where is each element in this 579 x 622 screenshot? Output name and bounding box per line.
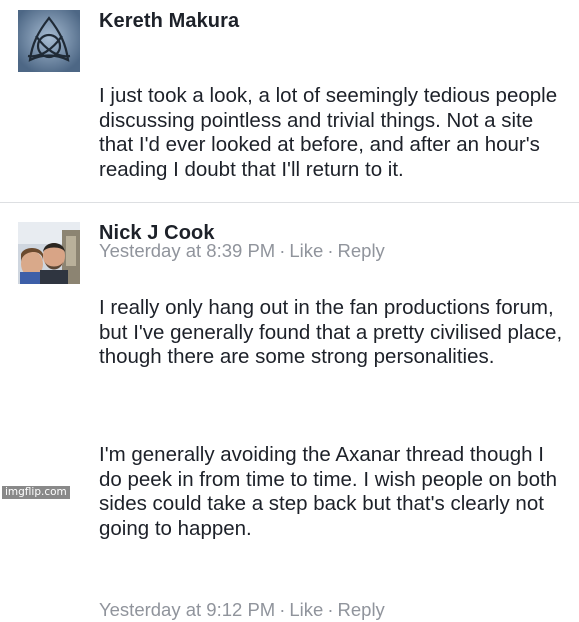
avatar-kereth-makura[interactable] <box>18 10 80 72</box>
reply-link[interactable]: Reply <box>338 599 385 620</box>
imgflip-watermark: imgflip.com <box>2 486 70 499</box>
meta-separator: · <box>279 599 286 620</box>
comment-meta: Yesterday at 9:12 PM · Like · Reply <box>99 598 567 622</box>
meta-separator: · <box>327 599 334 620</box>
like-link[interactable]: Like <box>289 599 323 620</box>
comment-author[interactable]: Kereth Makura <box>99 9 567 33</box>
profile-photo <box>18 222 80 284</box>
comment-timestamp[interactable]: Yesterday at 9:12 PM <box>99 599 275 620</box>
comment-paragraph: I just took a look, a lot of seemingly t… <box>99 84 563 181</box>
avatar-nick-j-cook[interactable] <box>18 222 80 284</box>
comment-author[interactable]: Nick J Cook <box>99 221 567 245</box>
comment-paragraph: I really only hang out in the fan produc… <box>99 296 568 368</box>
comment-divider <box>0 202 579 203</box>
comment-paragraph: I'm generally avoiding the Axanar thread… <box>99 443 563 540</box>
celtic-knot-icon <box>18 10 80 72</box>
comment-text: I really only hang out in the fan produc… <box>99 247 567 590</box>
